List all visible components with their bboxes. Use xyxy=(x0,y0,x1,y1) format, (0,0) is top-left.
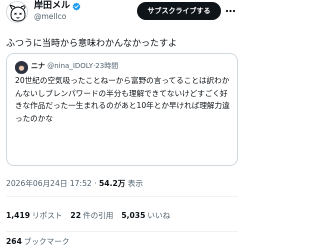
reposts-label: リポスト xyxy=(32,210,63,220)
likes-label: いいね xyxy=(147,210,171,220)
tweet-meta: 2026年06月24日 17:52 · 54.2万 表示 xyxy=(6,178,143,190)
author-avatar[interactable] xyxy=(6,1,28,23)
verified-badge-icon xyxy=(72,2,81,11)
quoted-text: 20世紀の空気吸ったことねーから富野の言ってることは訳わかんないしブレンパワード… xyxy=(15,76,230,123)
quoted-time: 23時間 xyxy=(95,62,119,70)
quoted-handle: @nina_IDOLY xyxy=(47,62,94,70)
divider xyxy=(6,231,238,232)
tweet-text: ふつうに当時から意味わかんなかったすよ xyxy=(6,39,178,49)
bookmarks-link[interactable]: 264 ブックマーク xyxy=(6,236,69,250)
author-display-name[interactable]: 岸田メル xyxy=(34,1,70,12)
reposts-link[interactable]: 1,419 リポスト xyxy=(6,210,62,221)
tweet-header: 岸田メル @mellco サブスクライブする xyxy=(6,0,236,24)
likes-link[interactable]: 5,035 いいね xyxy=(121,210,170,221)
more-dots-icon[interactable] xyxy=(225,6,236,16)
author-name-block: 岸田メル @mellco xyxy=(34,1,81,22)
bookmarks-count: 264 xyxy=(6,237,22,246)
views-label: 表示 xyxy=(127,179,143,188)
bookmarks-label: ブックマーク xyxy=(23,237,70,246)
engagement-stats: 1,419 リポスト 22 件の引用 5,035 いいね xyxy=(6,200,178,230)
subscribe-button[interactable]: サブスクライブする xyxy=(137,2,221,20)
views-count: 54.2万 xyxy=(99,179,126,188)
divider xyxy=(6,196,238,197)
quoted-meta: ニナ @nina_IDOLY·23時間 xyxy=(31,61,118,72)
author-handle[interactable]: @mellco xyxy=(34,12,81,22)
quotes-link[interactable]: 22 件の引用 xyxy=(70,210,113,221)
quotes-count: 22 xyxy=(70,210,81,220)
quotes-label: 件の引用 xyxy=(82,210,114,220)
meta-separator: · xyxy=(94,179,97,188)
timestamp[interactable]: 2026年06月24日 17:52 xyxy=(6,179,92,188)
quoted-display-name: ニナ xyxy=(31,62,45,70)
quoted-tweet[interactable]: ニナ @nina_IDOLY·23時間 20世紀の空気吸ったことねーから富野の言… xyxy=(6,53,238,166)
likes-count: 5,035 xyxy=(121,210,146,220)
reposts-count: 1,419 xyxy=(6,210,31,220)
quoted-author-avatar xyxy=(15,61,28,74)
portrait-avatar-icon xyxy=(15,63,28,74)
cartoon-avatar-icon xyxy=(8,4,27,22)
